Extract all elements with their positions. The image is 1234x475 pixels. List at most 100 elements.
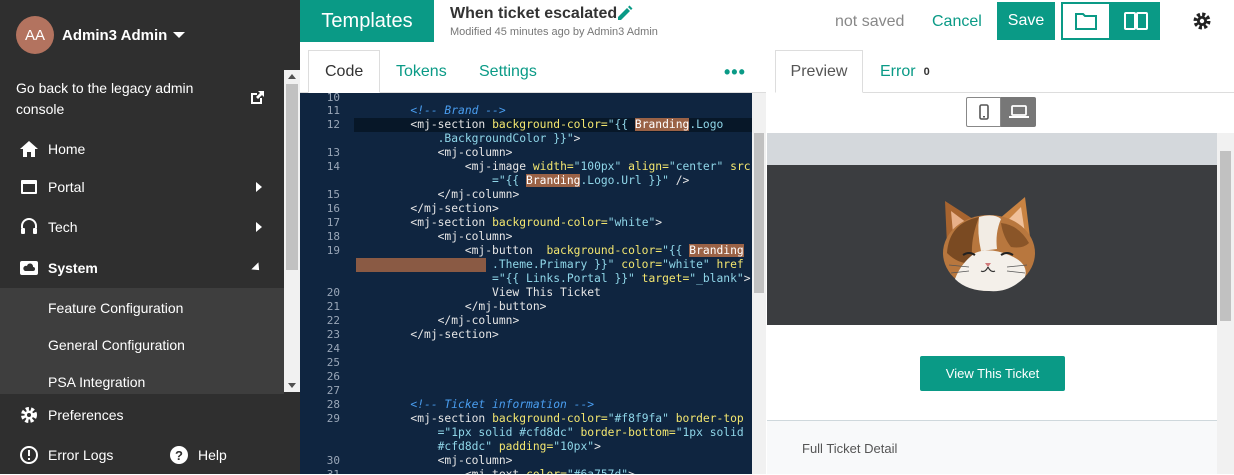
chevron-right-icon	[256, 182, 262, 192]
templates-tab[interactable]: Templates	[300, 0, 434, 42]
preview-scrollbar[interactable]	[1217, 133, 1234, 474]
ticket-info-section: Full Ticket Detail	[767, 420, 1217, 474]
portal-icon	[18, 176, 40, 198]
line-number: 20	[326, 286, 340, 299]
mobile-view-button[interactable]	[966, 97, 1001, 127]
code-line: <mj-column>	[437, 454, 513, 467]
code-line: <mj-section background-color="white">	[410, 216, 663, 229]
tab-code[interactable]: Code	[308, 50, 381, 93]
scrollbar-thumb[interactable]	[1220, 151, 1231, 321]
error-count-badge: 0	[923, 65, 930, 78]
save-status: not saved	[835, 13, 905, 30]
sidebar-item-label: Tech	[48, 219, 78, 235]
code-line: .BackgroundColor }}">	[356, 132, 581, 145]
line-number: 25	[326, 356, 340, 369]
scrollbar-thumb[interactable]	[754, 133, 764, 293]
button-section: View This Ticket	[767, 325, 1217, 420]
code-line: </mj-button>	[464, 300, 547, 313]
tab-error[interactable]: Error 0	[880, 50, 930, 93]
scroll-down-icon[interactable]	[288, 383, 296, 388]
code-line: </mj-section>	[410, 328, 499, 341]
sidebar-item-label: Portal	[48, 179, 85, 195]
editor-scrollbar[interactable]	[752, 93, 766, 474]
code-line: <mj-button background-color="{{ Branding	[464, 244, 744, 257]
help-icon: ?	[168, 444, 190, 466]
sidebar-item-system[interactable]: System	[0, 248, 284, 288]
modified-info: Modified 45 minutes ago by Admin3 Admin	[450, 26, 658, 38]
code-line: <mj-image width="100px" align="center" s…	[464, 160, 751, 173]
code-line: <!-- Brand -->	[410, 104, 506, 117]
save-button[interactable]: Save	[997, 2, 1055, 40]
template-name: When ticket escalated	[450, 5, 618, 22]
cancel-button[interactable]: Cancel	[932, 13, 982, 31]
line-number-gutter: 10 11 12 13 14 15 16 17 18 19 20 21 22 2…	[300, 93, 354, 474]
home-icon	[18, 138, 40, 160]
submenu-item-psa-integration[interactable]: PSA Integration	[48, 374, 145, 390]
code-line: ="1px solid #cfd8dc" border-bottom="1px …	[356, 426, 744, 439]
sidebar-item-portal[interactable]: Portal	[0, 167, 284, 207]
sidebar-item-label: System	[48, 260, 98, 276]
folder-icon	[1075, 13, 1097, 30]
tab-settings[interactable]: Settings	[479, 50, 537, 93]
line-number: 17	[326, 216, 340, 229]
submenu-item-feature-configuration[interactable]: Feature Configuration	[48, 300, 183, 316]
headset-icon	[18, 216, 40, 238]
line-number: 11	[326, 104, 340, 117]
brand-header	[767, 165, 1217, 325]
sidebar-item-tech[interactable]: Tech	[0, 207, 284, 247]
email-preview: View This Ticket Full Ticket Detail	[767, 133, 1217, 474]
sidebar-item-preferences[interactable]: Preferences	[0, 395, 284, 435]
line-number: 29	[326, 412, 340, 425]
line-number: 21	[326, 300, 340, 313]
line-number: 10	[326, 93, 340, 104]
code-line: View This Ticket	[356, 286, 601, 299]
cloud-icon	[18, 257, 40, 279]
scroll-up-icon[interactable]	[288, 74, 296, 79]
sidebar-item-label: Preferences	[48, 407, 124, 423]
line-number: 12	[326, 118, 340, 131]
line-number: 30	[326, 454, 340, 467]
editor-tabs: Code Tokens Settings •••	[300, 50, 766, 93]
top-bar: Templates When ticket escalated Modified…	[300, 0, 1234, 42]
columns-icon	[1123, 12, 1148, 30]
pencil-icon[interactable]	[616, 4, 634, 22]
user-menu[interactable]: AA Admin3 Admin	[16, 16, 186, 54]
line-number: 28	[326, 398, 340, 411]
code-line: <mj-section background-color="{{ Brandin…	[410, 118, 724, 131]
line-number: 15	[326, 188, 340, 201]
user-name[interactable]: Admin3 Admin	[62, 27, 167, 44]
sidebar-item-error-logs[interactable]: Error Logs	[0, 435, 150, 475]
cat-logo-image	[943, 197, 1035, 292]
line-number: 18	[326, 230, 340, 243]
external-link-icon[interactable]	[249, 90, 265, 106]
split-pane-layout-button[interactable]	[1111, 2, 1160, 40]
device-toggle	[966, 97, 1036, 127]
code-editor[interactable]: 10 11 12 13 14 15 16 17 18 19 20 21 22 2…	[300, 93, 752, 474]
submenu-item-general-configuration[interactable]: General Configuration	[48, 337, 185, 353]
code-line: </mj-column>	[437, 188, 520, 201]
code-line: </mj-section>	[410, 202, 499, 215]
sidebar-item-home[interactable]: Home	[0, 129, 284, 169]
desktop-view-button[interactable]	[1001, 97, 1036, 127]
avatar[interactable]: AA	[16, 16, 54, 54]
scrollbar-thumb[interactable]	[286, 84, 298, 270]
tab-tokens[interactable]: Tokens	[396, 50, 447, 93]
chevron-down-icon[interactable]	[173, 32, 186, 38]
line-number: 14	[326, 160, 340, 173]
line-number: 19	[326, 244, 340, 257]
sidebar-item-help[interactable]: ? Help	[150, 435, 270, 475]
sidebar-scrollbar[interactable]	[284, 70, 300, 392]
view-ticket-button[interactable]: View This Ticket	[920, 356, 1065, 391]
code-line: <mj-section background-color="#f8f9fa" b…	[410, 412, 744, 425]
settings-gear-icon[interactable]	[1192, 11, 1212, 31]
more-options-icon[interactable]: •••	[724, 62, 746, 83]
line-number: 31	[327, 468, 340, 474]
sidebar-item-label: Home	[48, 141, 86, 157]
code-line: <mj-text color="#6a757d">	[356, 468, 635, 474]
sidebar: AA Admin3 Admin Go back to the legacy ad…	[0, 0, 300, 474]
code-line: <mj-column>	[437, 146, 513, 159]
laptop-icon	[1008, 105, 1029, 118]
tab-preview[interactable]: Preview	[775, 50, 863, 93]
single-pane-layout-button[interactable]	[1061, 2, 1111, 40]
legacy-console-link[interactable]: Go back to the legacy admin console	[16, 78, 226, 120]
